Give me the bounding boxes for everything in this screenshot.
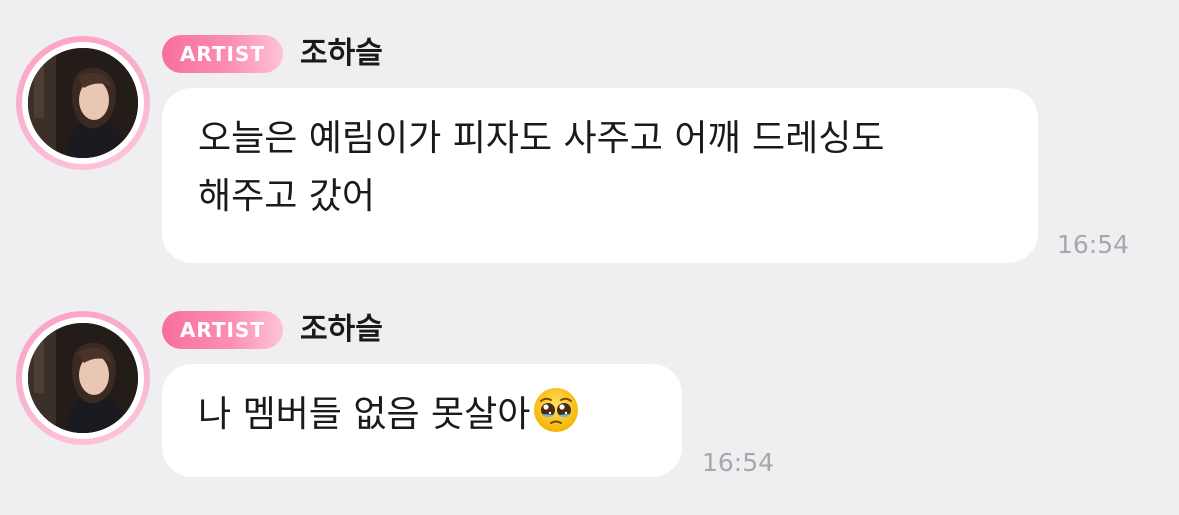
avatar[interactable] — [16, 311, 150, 445]
message-line: 오늘은 예림이가 피자도 사주고 어깨 드레싱도 — [198, 118, 885, 159]
message-text: 나 멤버들 없음 못살아 — [198, 394, 531, 435]
avatar-image — [28, 323, 138, 433]
message-bubble[interactable]: 오늘은 예림이가 피자도 사주고 어깨 드레싱도 해주고 갔어 — [162, 88, 1038, 263]
artist-badge: ARTIST — [162, 311, 283, 349]
avatar[interactable] — [16, 36, 150, 170]
message-bubble[interactable]: 나 멤버들 없음 못살아 — [162, 364, 682, 477]
avatar-image — [28, 48, 138, 158]
message-line: 해주고 갔어 — [198, 176, 376, 217]
sender-name[interactable]: 조하슬 — [300, 311, 383, 349]
sender-name[interactable]: 조하슬 — [300, 35, 383, 73]
profile-photo-icon — [28, 323, 138, 433]
timestamp: 16:54 — [702, 448, 775, 477]
pleading-face-emoji-icon — [534, 388, 579, 432]
timestamp: 16:54 — [1057, 230, 1130, 259]
profile-photo-icon — [28, 48, 138, 158]
artist-badge: ARTIST — [162, 35, 283, 73]
